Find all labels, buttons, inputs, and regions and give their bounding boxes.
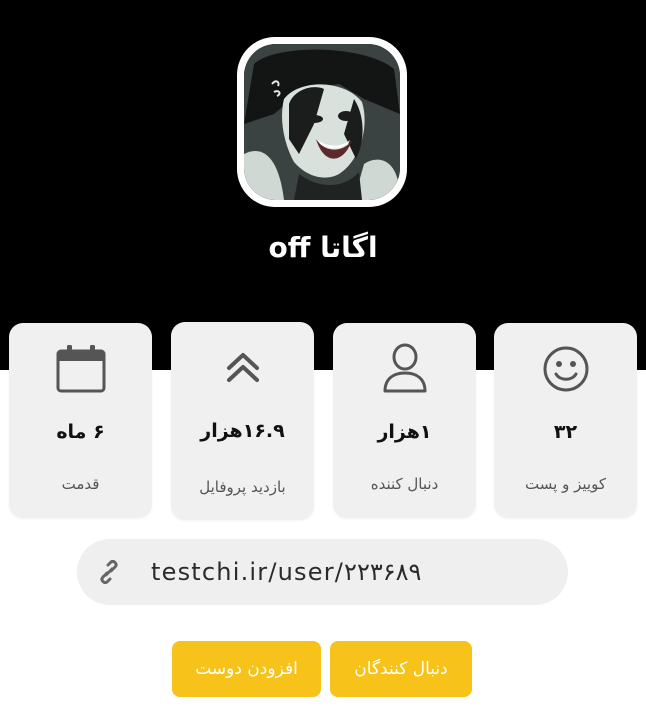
stat-label: بازدید پروفایل: [199, 478, 286, 496]
stat-label: کوییز و پست: [525, 475, 606, 493]
profile-link-bar[interactable]: testchi.ir/user/۲۲۳۶۸۹: [77, 539, 568, 605]
link-icon[interactable]: [97, 560, 121, 584]
stat-value: ۳۲: [553, 421, 578, 443]
stat-card-followers: ۱هزار دنبال کننده: [333, 323, 476, 518]
stat-label: دنبال کننده: [370, 475, 439, 493]
profile-header: اگاتا off: [0, 0, 646, 370]
profile-page: اگاتا off ۶ ماه قدمت ۱۶.۹هزار بازدید پرو…: [0, 0, 646, 720]
profile-link-text[interactable]: testchi.ir/user/۲۲۳۶۸۹: [151, 539, 421, 605]
avatar[interactable]: [237, 37, 407, 207]
stat-value: ۱هزار: [377, 421, 432, 443]
avatar-image: [244, 44, 400, 200]
smiley-icon: [543, 346, 589, 392]
add-friend-button[interactable]: افزودن دوست: [172, 641, 321, 697]
user-icon: [383, 343, 427, 393]
stat-card-tenure: ۶ ماه قدمت: [9, 323, 152, 518]
profile-name: اگاتا off: [268, 231, 378, 264]
stat-value: ۱۶.۹هزار: [200, 420, 285, 442]
chevrons-up-icon: [227, 353, 259, 382]
stat-card-quizzes-posts: ۳۲ کوییز و پست: [494, 323, 637, 518]
followers-button[interactable]: دنبال کنندگان: [330, 641, 472, 697]
stat-card-profile-views: ۱۶.۹هزار بازدید پروفایل: [171, 322, 314, 520]
stat-value: ۶ ماه: [56, 421, 105, 443]
stat-label: قدمت: [61, 475, 100, 493]
calendar-icon: [56, 345, 106, 393]
